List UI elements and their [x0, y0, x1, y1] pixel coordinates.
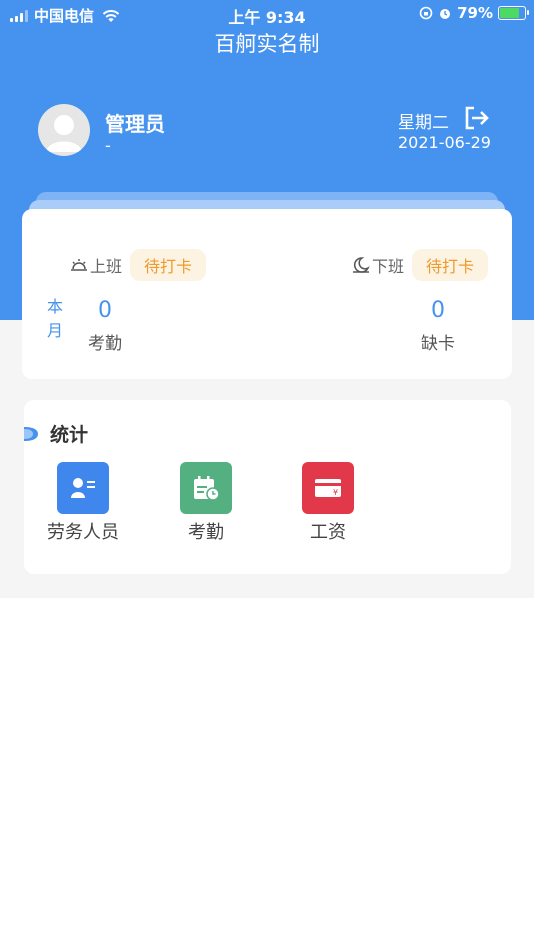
- statistics-title: 统计: [50, 424, 89, 446]
- off-duty-row[interactable]: 下班 待打卡: [352, 249, 489, 281]
- personnel-menu-item[interactable]: 劳务人员: [38, 462, 128, 544]
- attend-count-label: 考勤: [88, 334, 122, 354]
- attendance-card: 上班 待打卡 下班 待打卡 本月 0 考勤 0 缺卡: [22, 209, 512, 379]
- logout-icon[interactable]: [464, 106, 490, 130]
- battery-percent: 79%: [457, 4, 493, 22]
- user-subtitle: -: [105, 136, 111, 155]
- attendance-menu-item[interactable]: 考勤: [161, 462, 251, 544]
- month-label: 本月: [46, 297, 63, 340]
- sunrise-icon: [71, 259, 87, 271]
- statistics-header: 统计: [24, 420, 88, 447]
- on-duty-row[interactable]: 上班 待打卡: [70, 249, 207, 281]
- alarm-icon: [440, 9, 451, 19]
- personnel-label: 劳务人员: [47, 522, 119, 543]
- attend-count-stat[interactable]: 0 考勤: [65, 297, 145, 354]
- off-duty-status-badge: 待打卡: [412, 249, 489, 281]
- missing-count-label: 缺卡: [421, 334, 455, 354]
- user-name: 管理员: [105, 112, 165, 136]
- on-duty-status-badge: 待打卡: [130, 249, 207, 281]
- status-right: 79%: [419, 4, 529, 22]
- salary-label: 工资: [310, 522, 346, 543]
- attendance-label: 考勤: [188, 522, 224, 543]
- orientation-lock-icon: [419, 6, 433, 20]
- page-title: 百舸实名制: [214, 32, 320, 56]
- salary-menu-item[interactable]: ¥ 工资: [283, 462, 373, 544]
- attend-count-value: 0: [98, 298, 112, 323]
- section-marker-icon: [24, 426, 38, 441]
- missing-count-value: 0: [431, 298, 445, 323]
- avatar[interactable]: [38, 104, 90, 156]
- statistics-card: 统计 劳务人员 考勤 ¥ 工资: [24, 400, 511, 574]
- calendar-clock-icon: [180, 462, 232, 514]
- moon-icon: [353, 257, 370, 273]
- status-bar: 中国电信 上午 9:34 79%: [0, 0, 534, 28]
- weekday-label: 星期二: [398, 113, 449, 133]
- on-duty-label: 上班: [90, 257, 123, 276]
- missing-count-stat[interactable]: 0 缺卡: [398, 297, 478, 354]
- svg-text:¥: ¥: [333, 488, 338, 497]
- user-silhouette-icon: [46, 115, 82, 152]
- off-duty-label: 下班: [372, 257, 405, 276]
- date-label: 2021-06-29: [398, 133, 491, 152]
- personnel-icon: [57, 462, 109, 514]
- salary-card-icon: ¥: [302, 462, 354, 514]
- battery-icon: [498, 6, 529, 20]
